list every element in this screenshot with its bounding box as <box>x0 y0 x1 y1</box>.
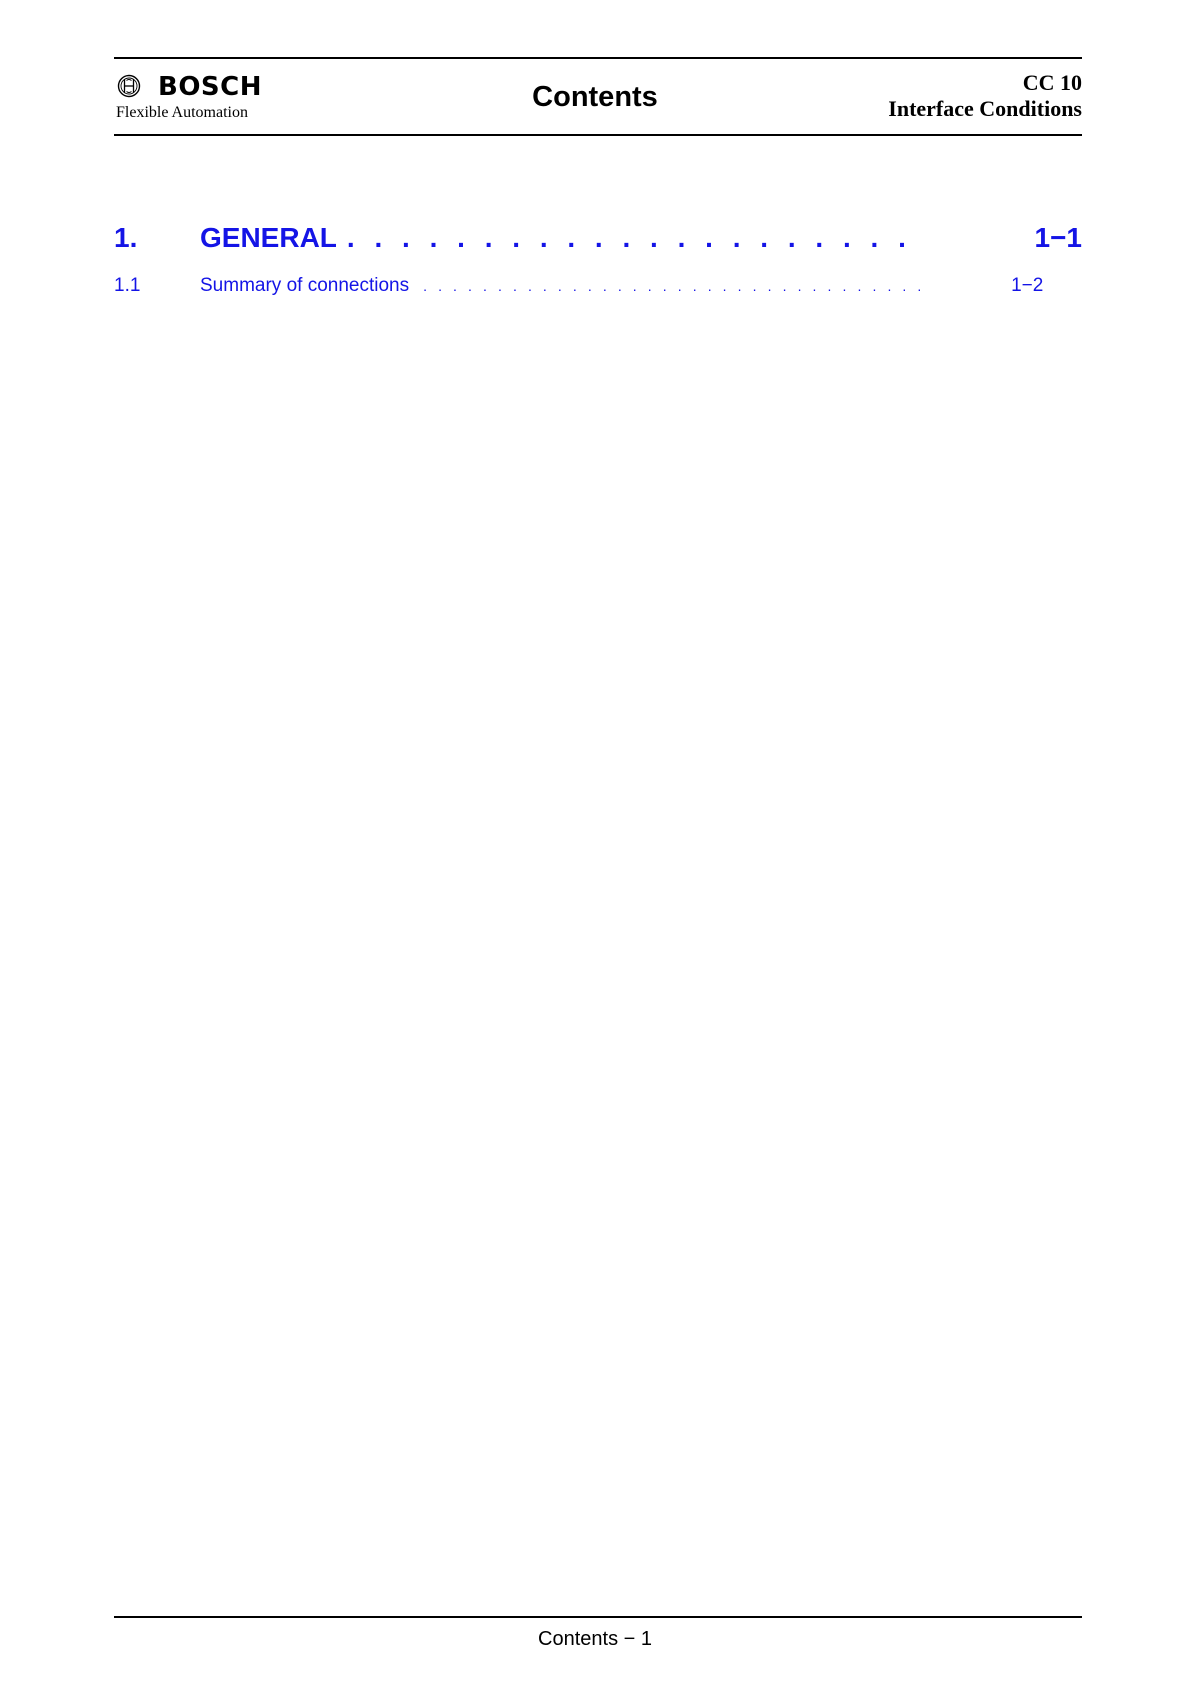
toc-dot-leader: . . . . . . . . . . . . . . . . . . . . … <box>423 278 931 294</box>
toc-entry-number: 1.1 <box>114 275 141 296</box>
toc-entry-page[interactable]: 1−2 <box>1011 274 1071 298</box>
toc-entry-number: 1. <box>114 222 138 253</box>
product-name: CC 10 <box>1022 70 1082 95</box>
document-title: Interface Conditions <box>888 96 1082 121</box>
toc-entry-title[interactable]: GENERAL <box>200 220 337 256</box>
document-identifier: CC 10 Interface Conditions <box>888 70 1082 122</box>
page-number: Contents − 1 <box>538 1628 652 1650</box>
header-bottom-rule <box>114 134 1082 136</box>
toc-entry-title[interactable]: Summary of connections <box>200 274 409 298</box>
toc-entry-1-1[interactable]: 1.1 Summary of connections . . . . . . .… <box>114 274 1082 298</box>
toc-dot-leader: . . . . . . . . . . . . . . . . . . . . … <box>346 222 924 253</box>
toc-entry-1[interactable]: 1. GENERAL . . . . . . . . . . . . . . .… <box>114 220 1082 256</box>
footer-rule <box>114 1616 1082 1618</box>
header-top-rule <box>114 57 1082 59</box>
toc-entry-page[interactable]: 1−1 <box>1010 220 1083 256</box>
